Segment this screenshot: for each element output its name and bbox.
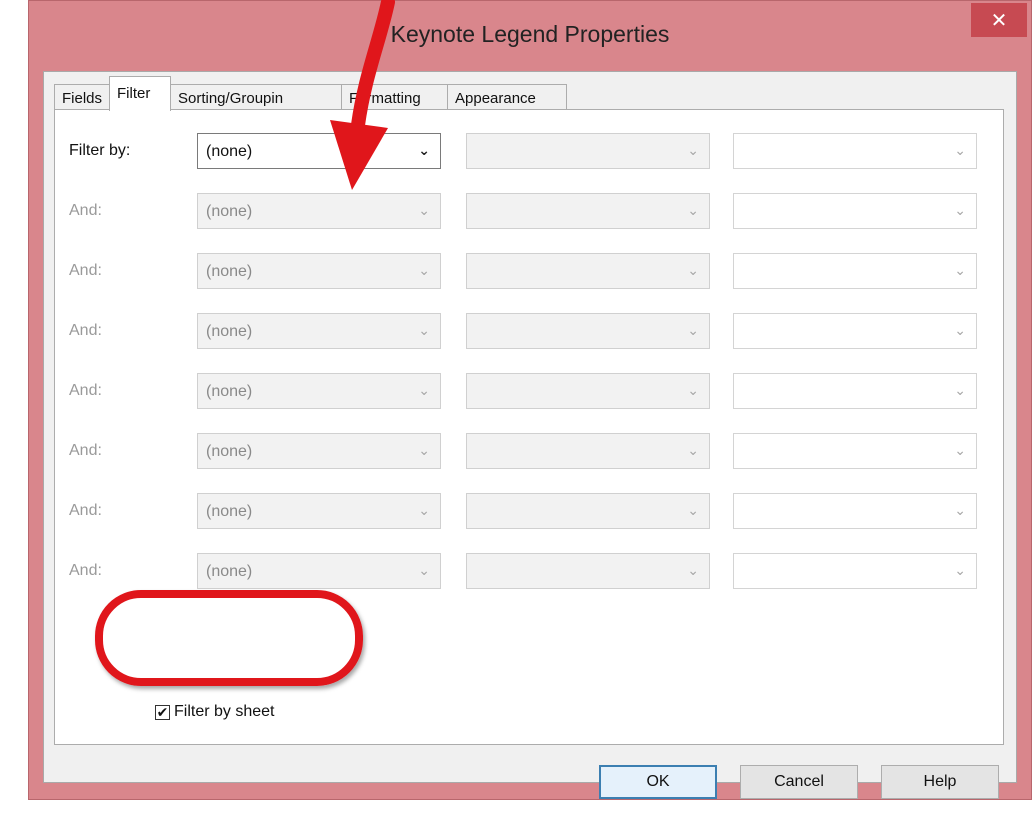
tab-filter[interactable]: Filter — [109, 76, 171, 111]
annotation-arrow-icon — [330, 0, 395, 190]
